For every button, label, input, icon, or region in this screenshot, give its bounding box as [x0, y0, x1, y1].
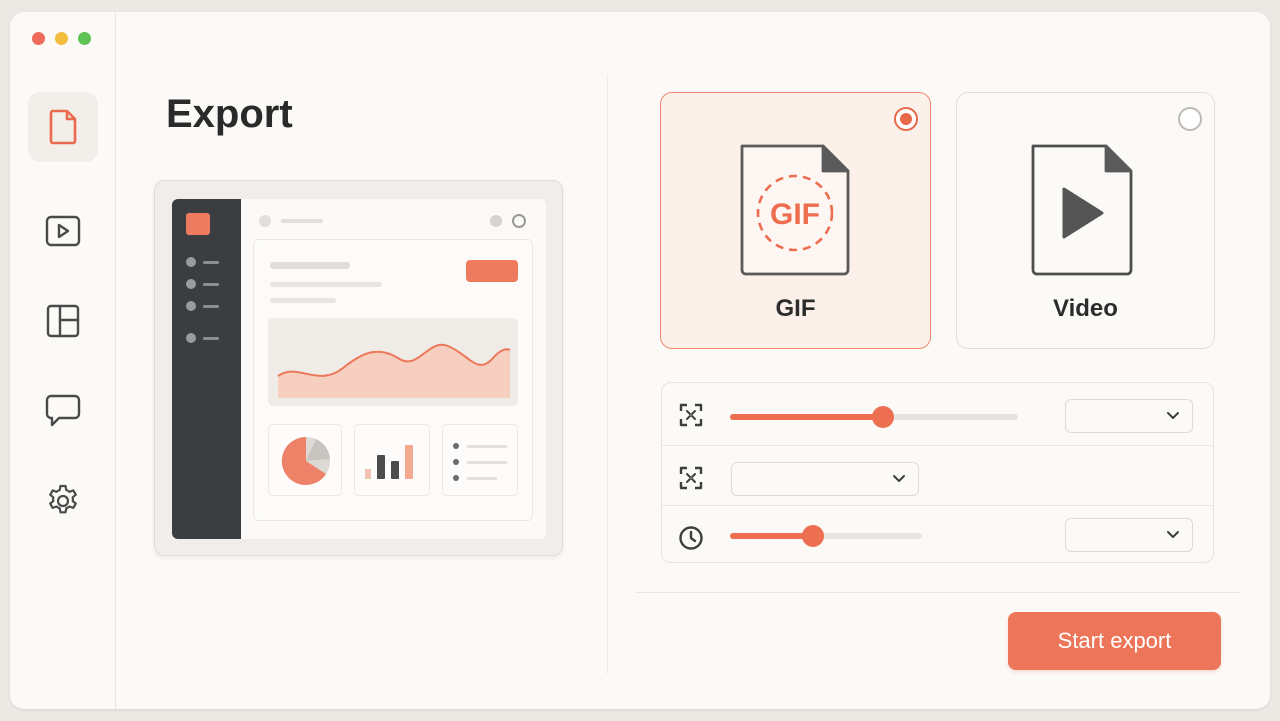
fullscreen-icon [679, 403, 703, 427]
size-slider-fill [730, 414, 883, 420]
column-divider [607, 74, 608, 674]
fullscreen-icon [679, 466, 703, 490]
actions-divider [636, 592, 1240, 593]
gear-icon [49, 484, 77, 514]
sidebar-item-settings[interactable] [28, 466, 98, 536]
chevron-down-icon [893, 475, 905, 482]
video-label: Video [1053, 295, 1118, 322]
gif-file-icon: GIF [740, 144, 850, 276]
video-radio[interactable] [1178, 107, 1202, 131]
sidebar-item-comments[interactable] [28, 376, 98, 446]
settings-row-scale [662, 445, 1213, 505]
file-icon [49, 109, 77, 145]
start-export-button[interactable]: Start export [1008, 612, 1221, 670]
export-window: Export GIF GIF Video Start export [10, 12, 1270, 709]
gif-radio[interactable] [894, 107, 918, 131]
duration-select[interactable] [1065, 518, 1193, 552]
play-square-icon [45, 215, 81, 247]
sidebar-item-video[interactable] [28, 196, 98, 266]
page-title: Export [166, 92, 293, 136]
duration-slider-thumb[interactable] [801, 525, 824, 547]
duration-slider-fill [730, 533, 813, 539]
export-settings-panel [661, 382, 1214, 563]
preview-sidebar [172, 199, 241, 539]
format-card-gif[interactable]: GIF GIF [660, 92, 931, 349]
clock-icon [679, 526, 703, 550]
size-select[interactable] [1065, 399, 1193, 433]
video-file-icon [1031, 144, 1133, 276]
duration-slider[interactable] [730, 525, 922, 547]
layout-grid-icon [46, 304, 80, 338]
size-slider[interactable] [730, 406, 1018, 428]
format-card-video[interactable]: Video [956, 92, 1215, 349]
sidebar-item-layout[interactable] [28, 286, 98, 356]
chat-bubble-icon [45, 394, 81, 427]
export-preview [154, 180, 563, 556]
chevron-down-icon [1167, 531, 1179, 538]
sidebar [10, 12, 116, 709]
sidebar-item-file[interactable] [28, 92, 98, 162]
preview-logo [186, 213, 210, 235]
preview-nav-list [186, 251, 219, 349]
gif-label: GIF [775, 295, 816, 322]
chevron-down-icon [1167, 412, 1179, 419]
scale-select[interactable] [731, 462, 919, 496]
size-slider-thumb[interactable] [871, 406, 894, 428]
settings-row-size [662, 383, 1213, 443]
settings-row-duration [662, 505, 1213, 565]
gif-badge-text: GIF [770, 198, 820, 231]
preview-content [241, 199, 546, 539]
